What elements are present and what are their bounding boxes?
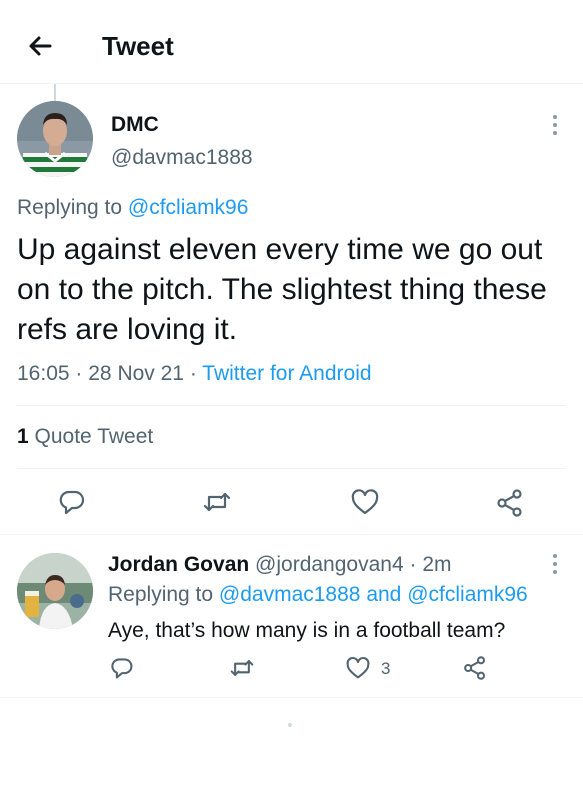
reply-icon[interactable] xyxy=(58,488,86,516)
page-title: Tweet xyxy=(102,31,174,61)
back-arrow-icon[interactable] xyxy=(24,30,56,62)
quote-count: 1 xyxy=(17,425,29,448)
like-count: 3 xyxy=(381,659,391,678)
meta-separator: · xyxy=(189,362,197,385)
meta-separator: · xyxy=(409,553,417,576)
share-icon[interactable] xyxy=(496,488,524,518)
retweet-icon[interactable] xyxy=(229,656,255,680)
mention-link[interactable]: @davmac1888 xyxy=(219,583,361,606)
tweet-meta: 16:05 · 28 Nov 21 · Twitter for Android xyxy=(17,361,372,387)
reply-text: Aye, that’s how many is in a football te… xyxy=(108,619,506,642)
author-handle[interactable]: @davmac1888 xyxy=(111,145,253,171)
tweet-time: 16:05 xyxy=(17,362,70,385)
divider xyxy=(17,405,566,406)
replying-to-line: Replying to @cfcliamk96 xyxy=(17,195,248,221)
more-options-icon[interactable] xyxy=(543,552,567,576)
mention-conjunction: and xyxy=(366,583,402,606)
tweet-text: Up against eleven every time we go out o… xyxy=(17,233,547,346)
thread-connector-line xyxy=(54,84,56,102)
share-icon[interactable] xyxy=(463,655,487,681)
more-options-icon[interactable] xyxy=(543,113,567,137)
reply-time: 2m xyxy=(422,553,452,576)
author-name[interactable]: DMC xyxy=(111,112,159,138)
reply-author-line: Jordan Govan @jordangovan4 · 2m xyxy=(108,552,452,578)
reply-author-handle[interactable]: @jordangovan4 xyxy=(255,553,404,576)
like-icon[interactable] xyxy=(345,656,371,680)
retweet-icon[interactable] xyxy=(202,488,232,516)
meta-separator: · xyxy=(75,362,83,385)
tweet-date: 28 Nov 21 xyxy=(88,362,184,385)
mention-link[interactable]: @cfcliamk96 xyxy=(407,583,528,606)
like-icon[interactable] xyxy=(350,488,380,516)
divider xyxy=(17,468,566,469)
loading-indicator xyxy=(288,723,292,727)
mention-link[interactable]: @cfcliamk96 xyxy=(128,196,249,219)
quote-label: Quote Tweet xyxy=(34,425,154,448)
replying-to-line: Replying to @davmac1888 and @cfcliamk96 xyxy=(108,582,528,608)
top-bar: Tweet xyxy=(0,0,583,84)
reply-author-name[interactable]: Jordan Govan xyxy=(108,553,249,576)
replying-to-prefix: Replying to xyxy=(17,196,123,219)
replying-to-prefix: Replying to xyxy=(108,583,214,606)
divider xyxy=(0,534,583,535)
avatar[interactable] xyxy=(17,553,93,629)
tweet-source-link[interactable]: Twitter for Android xyxy=(202,362,371,385)
avatar[interactable] xyxy=(17,101,93,177)
reply-icon[interactable] xyxy=(110,656,134,680)
divider xyxy=(0,697,583,698)
quote-tweets-link[interactable]: 1 Quote Tweet xyxy=(17,424,153,450)
